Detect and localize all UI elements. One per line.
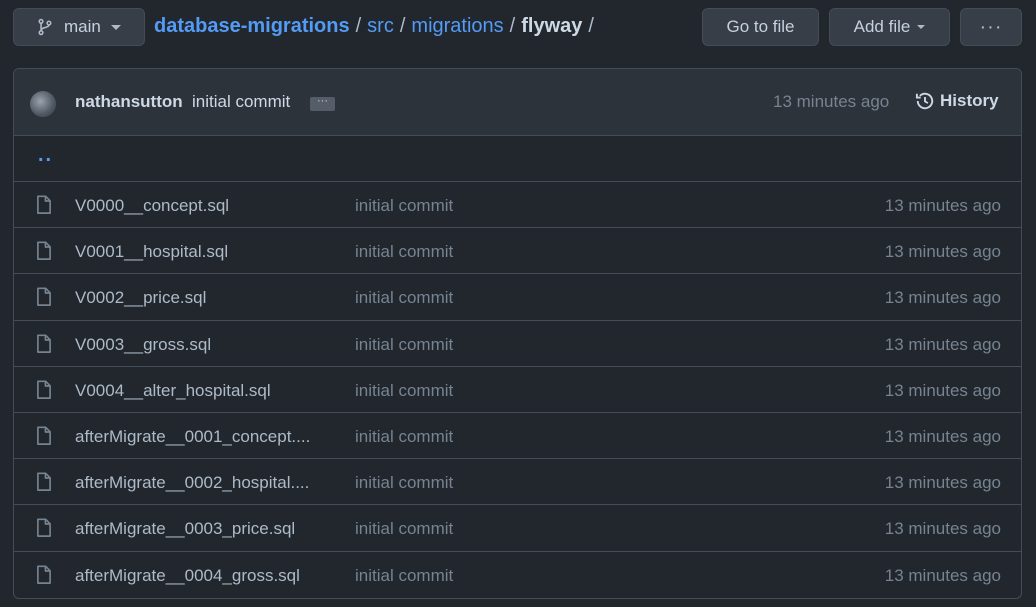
file-row: V0002__price.sql initial commit 13 minut… (14, 274, 1021, 321)
more-options-button[interactable]: ··· (960, 8, 1022, 46)
go-to-file-button[interactable]: Go to file (702, 8, 819, 46)
file-commit-time: 13 minutes ago (884, 473, 1001, 493)
chevron-down-icon (110, 24, 121, 30)
file-commit-message-link[interactable]: initial commit (355, 335, 453, 355)
breadcrumb-separator: / (399, 15, 406, 37)
file-row: afterMigrate__0004_gross.sql initial com… (14, 552, 1021, 598)
file-commit-message-link[interactable]: initial commit (355, 381, 453, 401)
commit-expand-button[interactable]: ··· (310, 96, 335, 111)
file-commit-time: 13 minutes ago (884, 334, 1001, 354)
file-icon (37, 195, 51, 214)
commit-author-link[interactable]: nathansutton (75, 92, 183, 112)
breadcrumb-repo-link[interactable]: database-migrations (154, 15, 350, 37)
history-label: History (940, 91, 999, 110)
file-row: V0003__gross.sql initial commit 13 minut… (14, 321, 1021, 367)
breadcrumb-separator: / (509, 15, 516, 37)
commit-time: 13 minutes ago (773, 92, 890, 111)
history-icon (915, 92, 934, 110)
file-row: V0000__concept.sql initial commit 13 min… (14, 182, 1021, 229)
file-commit-message-link[interactable]: initial commit (355, 242, 453, 262)
commit-message-link[interactable]: initial commit (192, 92, 290, 112)
file-commit-time: 13 minutes ago (884, 380, 1001, 400)
file-browser: nathansutton initial commit ··· 13 minut… (13, 68, 1022, 599)
git-branch-icon (38, 18, 52, 36)
kebab-horizontal-icon: ··· (979, 15, 1003, 38)
file-row: V0001__hospital.sql initial commit 13 mi… (14, 228, 1021, 275)
parent-directory-link[interactable]: .. (38, 144, 53, 167)
breadcrumb-src-link[interactable]: src (367, 15, 394, 37)
file-icon (37, 287, 51, 307)
file-commit-message-link[interactable]: initial commit (355, 288, 453, 308)
file-commit-time: 13 minutes ago (884, 565, 1001, 585)
file-row: afterMigrate__0002_hospital.... initial … (14, 459, 1021, 506)
branch-label: main (64, 17, 101, 36)
avatar[interactable] (30, 91, 56, 117)
file-name-link[interactable]: afterMigrate__0001_concept.... (75, 427, 340, 447)
breadcrumb-separator: / (355, 15, 362, 37)
file-name-link[interactable]: V0003__gross.sql (75, 335, 340, 355)
file-commit-message-link[interactable]: initial commit (355, 196, 453, 216)
file-icon (37, 334, 51, 353)
file-name-link[interactable]: afterMigrate__0002_hospital.... (75, 473, 340, 493)
top-bar: main database-migrations / src / migrations /… (0, 0, 1036, 56)
file-row: V0004__alter_hospital.sql initial commit… (14, 367, 1021, 413)
chevron-down-icon (917, 25, 926, 29)
file-icon (37, 380, 51, 399)
file-name-link[interactable]: afterMigrate__0003_price.sql (75, 519, 340, 539)
file-commit-message-link[interactable]: initial commit (355, 566, 453, 586)
breadcrumb: database-migrations / src / migrations / flywa… (154, 15, 600, 38)
file-icon (37, 565, 51, 584)
breadcrumb-separator: / (588, 15, 594, 37)
file-commit-time: 13 minutes ago (884, 288, 1001, 308)
branch-select-button[interactable]: main (13, 8, 145, 46)
file-commit-time: 13 minutes ago (884, 426, 1001, 446)
file-list: V0000__concept.sql initial commit 13 min… (14, 182, 1021, 598)
file-row: afterMigrate__0003_price.sql initial com… (14, 505, 1021, 552)
file-name-link[interactable]: V0004__alter_hospital.sql (75, 381, 340, 401)
file-name-link[interactable]: V0001__hospital.sql (75, 242, 340, 262)
file-name-link[interactable]: V0000__concept.sql (75, 196, 340, 216)
file-commit-message-link[interactable]: initial commit (355, 427, 453, 447)
file-row: afterMigrate__0001_concept.... initial c… (14, 413, 1021, 460)
file-commit-message-link[interactable]: initial commit (355, 473, 453, 493)
go-to-file-label: Go to file (726, 17, 795, 36)
breadcrumb-migrations-link[interactable]: migrations (411, 15, 503, 37)
add-file-button[interactable]: Add file (829, 8, 950, 46)
breadcrumb-current: flyway (521, 15, 583, 37)
file-name-link[interactable]: afterMigrate__0004_gross.sql (75, 566, 340, 586)
history-link[interactable]: History (915, 91, 999, 111)
file-name-link[interactable]: V0002__price.sql (75, 288, 340, 308)
file-commit-message-link[interactable]: initial commit (355, 519, 453, 539)
file-icon (37, 518, 51, 538)
add-file-label: Add file (853, 17, 911, 36)
parent-directory-row[interactable]: .. (14, 136, 1021, 182)
file-commit-time: 13 minutes ago (884, 196, 1001, 215)
file-icon (37, 426, 51, 445)
latest-commit-bar: nathansutton initial commit ··· 13 minut… (14, 69, 1021, 136)
file-commit-time: 13 minutes ago (884, 519, 1001, 539)
file-icon (37, 241, 51, 261)
file-commit-time: 13 minutes ago (884, 242, 1001, 262)
file-icon (37, 472, 51, 492)
